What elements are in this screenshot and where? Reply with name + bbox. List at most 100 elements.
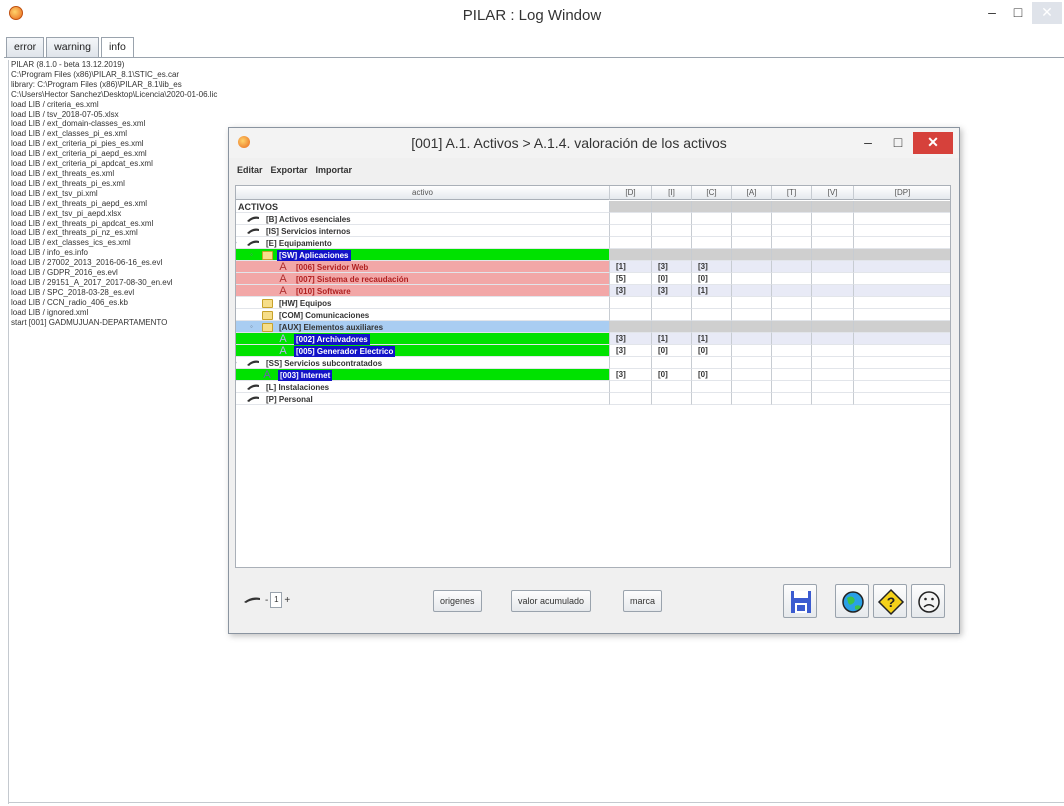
- tree-row[interactable]: [B] Activos esenciales: [236, 213, 950, 225]
- value-cell[interactable]: [854, 309, 950, 321]
- value-cell[interactable]: [732, 369, 772, 381]
- value-cell[interactable]: [812, 273, 854, 285]
- value-cell[interactable]: [772, 393, 812, 405]
- globe-button[interactable]: [835, 584, 869, 618]
- value-cell[interactable]: [772, 333, 812, 345]
- value-cell[interactable]: [854, 369, 950, 381]
- value-cell[interactable]: [692, 297, 732, 309]
- value-cell[interactable]: [3]: [652, 261, 692, 273]
- tree-cell[interactable]: A [006] Servidor Web: [236, 261, 610, 273]
- value-cell[interactable]: [692, 225, 732, 237]
- value-cell[interactable]: [772, 237, 812, 249]
- value-cell[interactable]: [692, 213, 732, 225]
- tree-cell[interactable]: ◦ [E] Equipamiento: [236, 237, 610, 249]
- value-cell[interactable]: [732, 309, 772, 321]
- value-cell[interactable]: [812, 249, 854, 261]
- value-cell[interactable]: [854, 393, 950, 405]
- value-cell[interactable]: [812, 285, 854, 297]
- value-cell[interactable]: [652, 237, 692, 249]
- tree-cell[interactable]: ◦ [SS] Servicios subcontratados: [236, 357, 610, 369]
- value-cell[interactable]: [652, 249, 692, 261]
- value-cell[interactable]: [772, 213, 812, 225]
- value-cell[interactable]: [772, 273, 812, 285]
- valor-acumulado-button[interactable]: valor acumulado: [511, 590, 592, 612]
- column-header[interactable]: [I]: [652, 186, 692, 200]
- tab-warning[interactable]: warning: [46, 37, 99, 57]
- menu-exportar[interactable]: Exportar: [271, 162, 308, 178]
- value-cell[interactable]: [854, 225, 950, 237]
- tree-row[interactable]: [COM] Comunicaciones: [236, 309, 950, 321]
- close-button[interactable]: ✕: [1032, 2, 1062, 24]
- value-cell[interactable]: [812, 381, 854, 393]
- value-cell[interactable]: [812, 321, 854, 333]
- dialog-maximize-button[interactable]: □: [885, 132, 911, 154]
- value-cell[interactable]: [732, 345, 772, 357]
- value-cell[interactable]: [3]: [610, 333, 652, 345]
- value-cell[interactable]: [692, 249, 732, 261]
- value-cell[interactable]: [732, 285, 772, 297]
- tree-row[interactable]: ◦ [SS] Servicios subcontratados: [236, 357, 950, 369]
- value-cell[interactable]: [772, 321, 812, 333]
- value-cell[interactable]: [652, 321, 692, 333]
- value-cell[interactable]: [732, 225, 772, 237]
- value-cell[interactable]: [0]: [692, 345, 732, 357]
- value-cell[interactable]: [732, 249, 772, 261]
- menu-editar[interactable]: Editar: [237, 162, 263, 178]
- value-cell[interactable]: [652, 225, 692, 237]
- tree-row[interactable]: A [010] Software [3] [3] [1]: [236, 285, 950, 297]
- value-cell[interactable]: [652, 213, 692, 225]
- expand-toggle-icon[interactable]: ◦: [236, 357, 237, 369]
- value-cell[interactable]: [652, 357, 692, 369]
- value-cell[interactable]: [854, 345, 950, 357]
- tree-cell[interactable]: A [007] Sistema de recaudación: [236, 273, 610, 285]
- value-cell[interactable]: [652, 309, 692, 321]
- expand-toggle-icon[interactable]: ◦: [236, 237, 237, 249]
- value-cell[interactable]: [3]: [610, 285, 652, 297]
- tree-cell[interactable]: A [010] Software: [236, 285, 610, 297]
- value-cell[interactable]: [610, 297, 652, 309]
- expand-toggle-icon[interactable]: ◦: [250, 321, 253, 333]
- value-cell[interactable]: [772, 357, 812, 369]
- value-cell[interactable]: [0]: [692, 273, 732, 285]
- value-cell[interactable]: [3]: [610, 369, 652, 381]
- value-cell[interactable]: [732, 393, 772, 405]
- value-cell[interactable]: [812, 333, 854, 345]
- tab-info[interactable]: info: [100, 37, 134, 57]
- value-cell[interactable]: [692, 381, 732, 393]
- value-cell[interactable]: [812, 225, 854, 237]
- dialog-minimize-button[interactable]: –: [855, 132, 881, 154]
- value-cell[interactable]: [772, 381, 812, 393]
- value-cell[interactable]: [854, 213, 950, 225]
- tree-cell[interactable]: [IS] Servicios internos: [236, 225, 610, 237]
- value-cell[interactable]: [692, 357, 732, 369]
- value-cell[interactable]: [854, 273, 950, 285]
- value-cell[interactable]: [812, 261, 854, 273]
- value-cell[interactable]: [772, 345, 812, 357]
- value-cell[interactable]: [772, 369, 812, 381]
- save-button[interactable]: [783, 584, 817, 618]
- value-cell[interactable]: [732, 273, 772, 285]
- origenes-button[interactable]: origenes: [433, 590, 482, 612]
- expand-toggle-icon[interactable]: ◦: [250, 249, 253, 261]
- value-cell[interactable]: [1]: [652, 333, 692, 345]
- column-header[interactable]: [C]: [692, 186, 732, 200]
- value-cell[interactable]: [732, 261, 772, 273]
- value-cell[interactable]: [0]: [692, 369, 732, 381]
- tree-row[interactable]: A [005] Generador Electrico [3] [0] [0]: [236, 345, 950, 357]
- tree-row[interactable]: A [002] Archivadores [3] [1] [1]: [236, 333, 950, 345]
- value-cell[interactable]: [652, 297, 692, 309]
- tab-error[interactable]: error: [6, 37, 45, 57]
- tree-row[interactable]: [IS] Servicios internos: [236, 225, 950, 237]
- value-cell[interactable]: [610, 321, 652, 333]
- value-cell[interactable]: [854, 297, 950, 309]
- value-cell[interactable]: [610, 357, 652, 369]
- column-header[interactable]: [T]: [772, 186, 812, 200]
- column-header[interactable]: [DP]: [854, 186, 950, 200]
- value-cell[interactable]: [3]: [610, 345, 652, 357]
- menu-importar[interactable]: Importar: [316, 162, 353, 178]
- value-cell[interactable]: [772, 225, 812, 237]
- value-cell[interactable]: [772, 249, 812, 261]
- value-cell[interactable]: [732, 357, 772, 369]
- tree-cell[interactable]: ◦ [AUX] Elementos auxiliares: [236, 321, 610, 333]
- tree-row[interactable]: [P] Personal: [236, 393, 950, 405]
